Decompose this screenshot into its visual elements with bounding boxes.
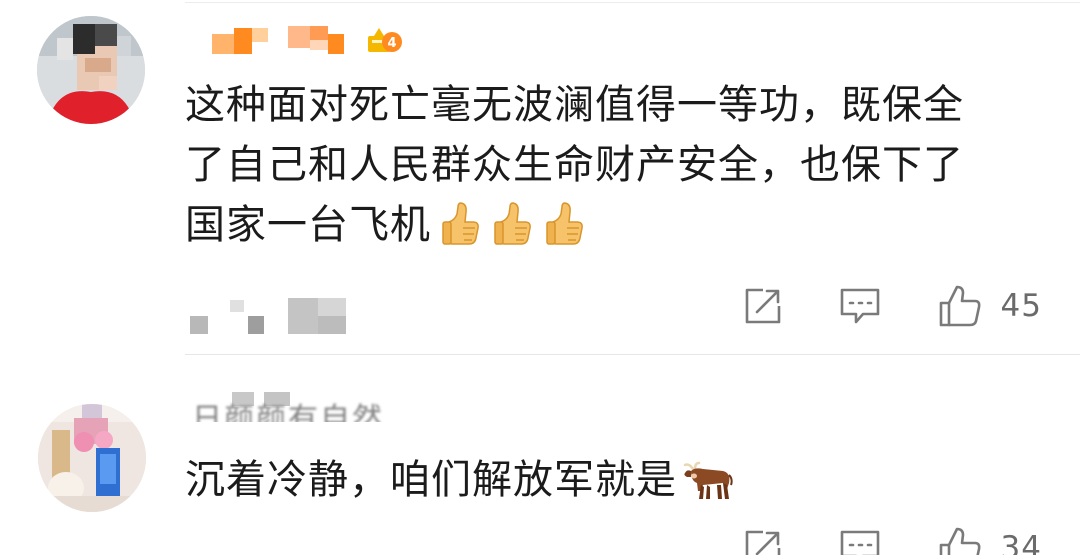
share-button[interactable] xyxy=(743,528,783,555)
like-count: 45 xyxy=(1000,288,1042,324)
svg-text:4: 4 xyxy=(387,36,396,51)
share-icon xyxy=(745,530,780,555)
comment-text-line: 沉着冷静，咱们解放军就是 xyxy=(185,450,1045,510)
comment-icon xyxy=(840,288,879,324)
thumbs-up-icon xyxy=(494,202,531,245)
comment-item: 4 这种面对死亡毫无波澜值得一等功，既保全 了自己和人民群众生命财产安全，也保下… xyxy=(0,0,1080,355)
comment-list: 4 这种面对死亡毫无波澜值得一等功，既保全 了自己和人民群众生命财产安全，也保下… xyxy=(0,0,1080,555)
share-button[interactable] xyxy=(743,286,783,326)
like-button[interactable]: 45 xyxy=(937,283,1042,329)
comment-actions: 45 xyxy=(687,282,1042,330)
avatar[interactable] xyxy=(38,404,146,512)
comment-actions: 34 xyxy=(687,524,1042,555)
like-count: 34 xyxy=(1000,530,1042,555)
comment-text-line: 了自己和人民群众生命财产安全，也保下了 xyxy=(185,142,964,188)
like-button[interactable]: 34 xyxy=(937,525,1042,555)
comment-text-segment: 沉着冷静，咱们解放军就是 xyxy=(185,457,677,503)
comment-text-line: 国家一台飞机 xyxy=(185,195,1045,255)
cow-icon xyxy=(683,461,733,499)
comment-icon xyxy=(840,530,879,555)
username-mosaic xyxy=(232,392,290,406)
avatar-image xyxy=(37,16,145,124)
thumbs-up-icon xyxy=(442,202,479,245)
comment-meta-mosaic xyxy=(190,298,346,334)
comment-text-segment: 国家一台飞机 xyxy=(185,202,431,248)
thumbs-up-outline-icon xyxy=(939,527,981,555)
avatar[interactable] xyxy=(37,16,145,124)
share-icon xyxy=(745,288,780,324)
thumbs-up-icon xyxy=(546,202,583,245)
avatar-image xyxy=(38,404,146,512)
thumbs-up-outline-icon xyxy=(939,285,981,327)
comment-text: 这种面对死亡毫无波澜值得一等功，既保全 了自己和人民群众生命财产安全，也保下了 … xyxy=(185,75,1045,255)
comment-text: 沉着冷静，咱们解放军就是 xyxy=(185,450,1045,510)
comment-item: 日颜颜有自然 沉着冷静，咱们解放军就是 34 xyxy=(0,352,1080,555)
username[interactable]: 日颜颜有自然 xyxy=(192,392,432,422)
reply-button[interactable] xyxy=(839,286,881,326)
comment-text-line: 这种面对死亡毫无波澜值得一等功，既保全 xyxy=(185,82,964,128)
level-badge-icon: 4 xyxy=(368,28,402,52)
reply-button[interactable] xyxy=(839,528,881,555)
